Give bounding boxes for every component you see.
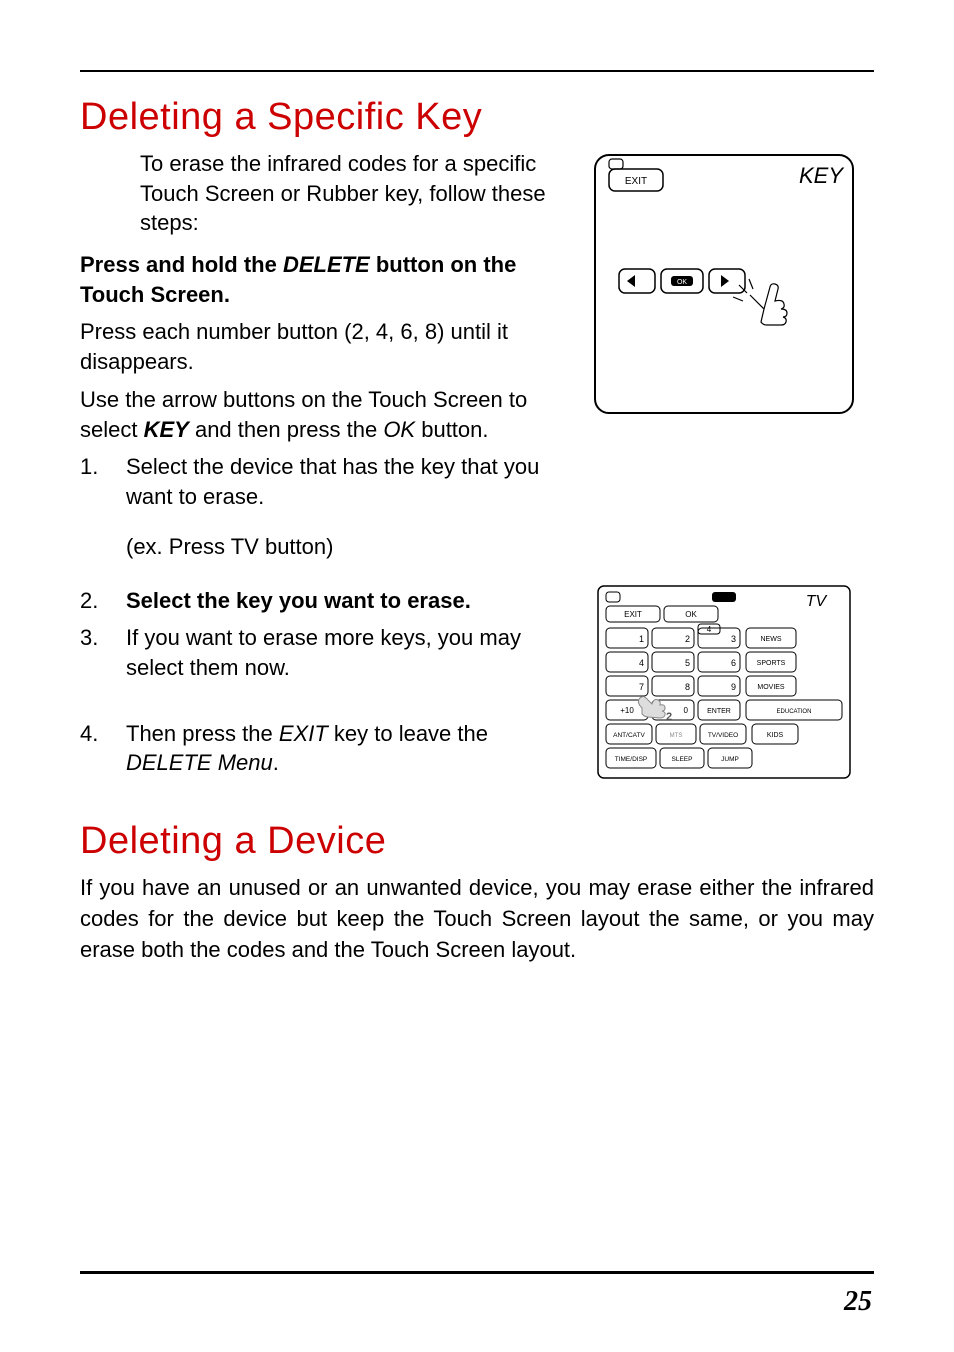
fig2-tvvideo-label: TV/VIDEO	[708, 732, 738, 739]
li2-text: Select the key you want to erase.	[126, 586, 574, 616]
fig2-kids-label: KIDS	[767, 732, 784, 739]
fig2-ok-label: OK	[685, 610, 697, 619]
fig2-key-6: 6	[731, 658, 736, 668]
step-use-arrows: Use the arrow buttons on the Touch Scree…	[80, 385, 574, 444]
fig1-key-label: KEY	[799, 163, 844, 188]
li4-exit-word: EXIT	[279, 721, 328, 746]
fig2-enter-label: ENTER	[707, 708, 731, 715]
step3-ok-word: OK	[383, 417, 415, 442]
fig2-key-plus10: +10	[620, 706, 634, 715]
intro-text: To erase the infrared codes for a specif…	[140, 149, 574, 238]
li1-text: Select the device that has the key that …	[126, 452, 574, 511]
fig2-jump-label: JUMP	[721, 756, 739, 763]
li4-part-a: Then press the	[126, 721, 279, 746]
fig2-key-8: 8	[685, 682, 690, 692]
step1-part-a: Press and hold the	[80, 252, 283, 277]
fig2-exit-label: EXIT	[624, 610, 642, 619]
li4-part-c: key to leave the	[328, 721, 488, 746]
li4-part-e: .	[273, 750, 279, 775]
list-item-2: 2. Select the key you want to erase.	[80, 586, 574, 616]
fig2-antcatv-label: ANT/CATV	[613, 732, 645, 739]
step-press-numbers: Press each number button (2, 4, 6, 8) un…	[80, 317, 574, 376]
fig2-tv-label: TV	[806, 593, 828, 610]
fig2-key-1: 1	[639, 634, 644, 644]
li4-text: Then press the EXIT key to leave the DEL…	[126, 719, 574, 778]
li1-subtext: (ex. Press TV button)	[126, 534, 574, 560]
fig2-education-label: EDUCATION	[777, 709, 812, 715]
heading-deleting-specific-key: Deleting a Specific Key	[80, 96, 874, 139]
svg-text:4: 4	[707, 625, 712, 634]
fig2-sleep-label: SLEEP	[672, 756, 693, 763]
fig2-sports-label: SPORTS	[757, 660, 786, 667]
fig2-news-label: NEWS	[761, 636, 782, 643]
heading-deleting-device: Deleting a Device	[80, 820, 874, 863]
li4-delete-menu: DELETE Menu	[126, 750, 273, 775]
step1-delete-word: DELETE	[283, 252, 370, 277]
pointing-hand-icon	[733, 279, 787, 325]
fig2-key-5: 5	[685, 658, 690, 668]
step3-key-word: KEY	[144, 417, 189, 442]
footer-rule	[80, 1271, 874, 1274]
fig1-ok-label: OK	[677, 279, 687, 286]
fig2-key-9: 9	[731, 682, 736, 692]
li1-number: 1.	[80, 452, 126, 511]
li3-text: If you want to erase more keys, you may …	[126, 623, 574, 682]
step-press-hold-delete: Press and hold the DELETE button on the …	[80, 250, 574, 309]
fig2-key-7: 7	[639, 682, 644, 692]
fig2-key-4: 4	[639, 658, 644, 668]
fig2-movies-label: MOVIES	[757, 684, 785, 691]
li4-number: 4.	[80, 719, 126, 778]
list-item-4: 4. Then press the EXIT key to leave the …	[80, 719, 574, 778]
body-deleting-device: If you have an unused or an unwanted dev…	[80, 873, 874, 965]
fig2-key-3: 3	[731, 634, 736, 644]
page-number: 25	[844, 1286, 872, 1318]
fig2-mts-label: MTS	[670, 733, 683, 739]
figure-key-screen: EXIT KEY OK	[589, 149, 859, 419]
step3-part-c: and then press the	[189, 417, 383, 442]
figure-tv-keypad: TV EXIT OK 1 2 3 4 NEWS	[594, 582, 854, 782]
fig2-key-0: 0	[684, 706, 689, 715]
li3-number: 3.	[80, 623, 126, 682]
li2-number: 2.	[80, 586, 126, 616]
fig2-key-2: 2	[685, 634, 690, 644]
fig1-exit-label: EXIT	[625, 176, 647, 187]
fig2-timedisp-label: TIME/DISP	[615, 756, 648, 763]
list-item-3: 3. If you want to erase more keys, you m…	[80, 623, 574, 682]
fig2-hand-label-2: 2	[666, 711, 672, 723]
list-item-1: 1. Select the device that has the key th…	[80, 452, 574, 511]
step3-part-e: button.	[415, 417, 488, 442]
top-rule	[80, 70, 874, 72]
